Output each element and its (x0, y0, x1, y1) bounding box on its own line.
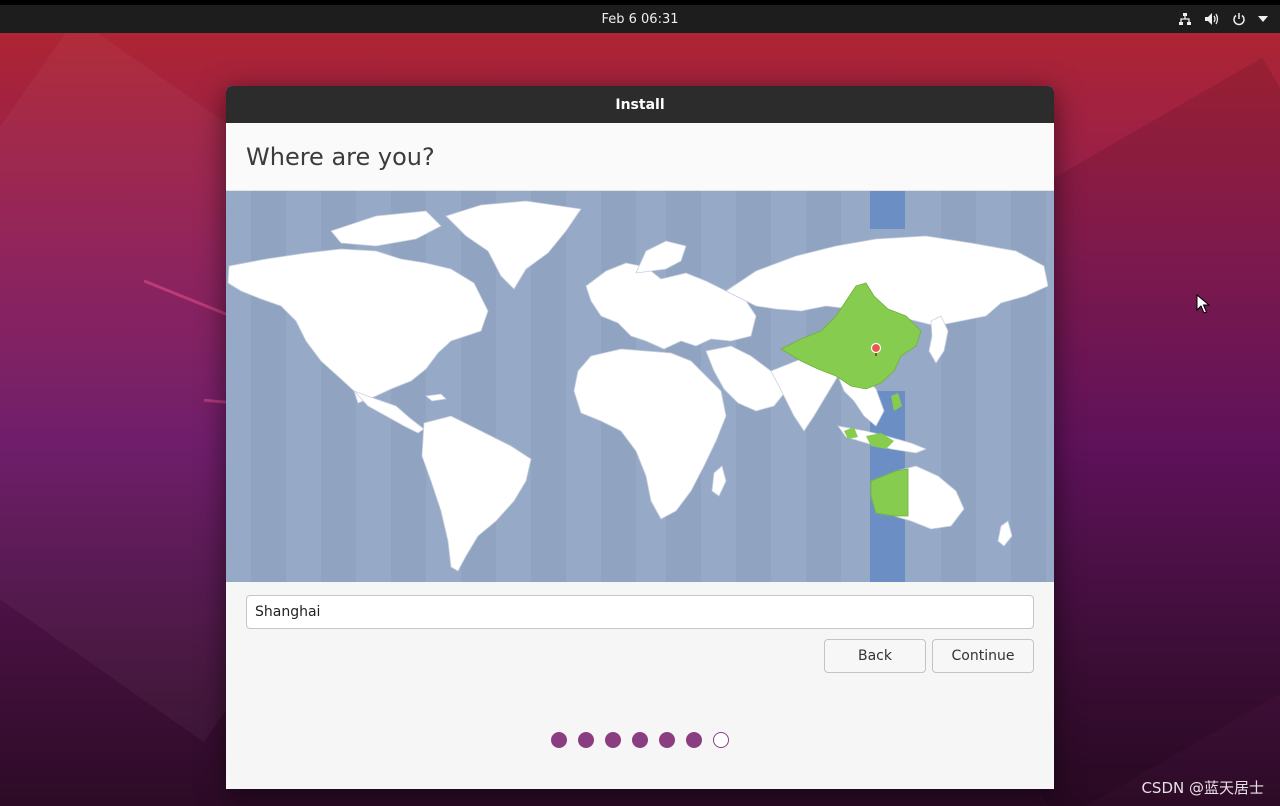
window-title: Install (615, 96, 665, 113)
timezone-map[interactable] (226, 191, 1054, 582)
chevron-down-icon[interactable] (1258, 16, 1268, 22)
progress-dot-complete (632, 732, 648, 748)
top-bar: Feb 6 06:31 (0, 5, 1280, 33)
page-header: Where are you? (226, 123, 1054, 191)
volume-icon[interactable] (1204, 12, 1220, 26)
page-title: Where are you? (246, 142, 435, 171)
location-input[interactable] (246, 595, 1034, 629)
window-titlebar[interactable]: Install (226, 86, 1054, 123)
installer-window: Install Where are you? Shanghai Back Con… (226, 86, 1054, 789)
progress-dot-complete (578, 732, 594, 748)
system-tray[interactable] (1178, 5, 1268, 33)
network-icon[interactable] (1178, 12, 1192, 26)
progress-dot-complete (605, 732, 621, 748)
mouse-cursor-icon (1196, 294, 1210, 314)
progress-dot-current (713, 732, 729, 748)
clock[interactable]: Feb 6 06:31 (601, 12, 678, 27)
progress-dot-complete (551, 732, 567, 748)
progress-dot-complete (686, 732, 702, 748)
back-button[interactable]: Back (824, 639, 926, 673)
step-progress-indicator (226, 732, 1054, 748)
continue-button[interactable]: Continue (932, 639, 1034, 673)
power-icon[interactable] (1232, 12, 1246, 26)
watermark: CSDN @蓝天居士 (1141, 779, 1264, 797)
progress-dot-complete (659, 732, 675, 748)
